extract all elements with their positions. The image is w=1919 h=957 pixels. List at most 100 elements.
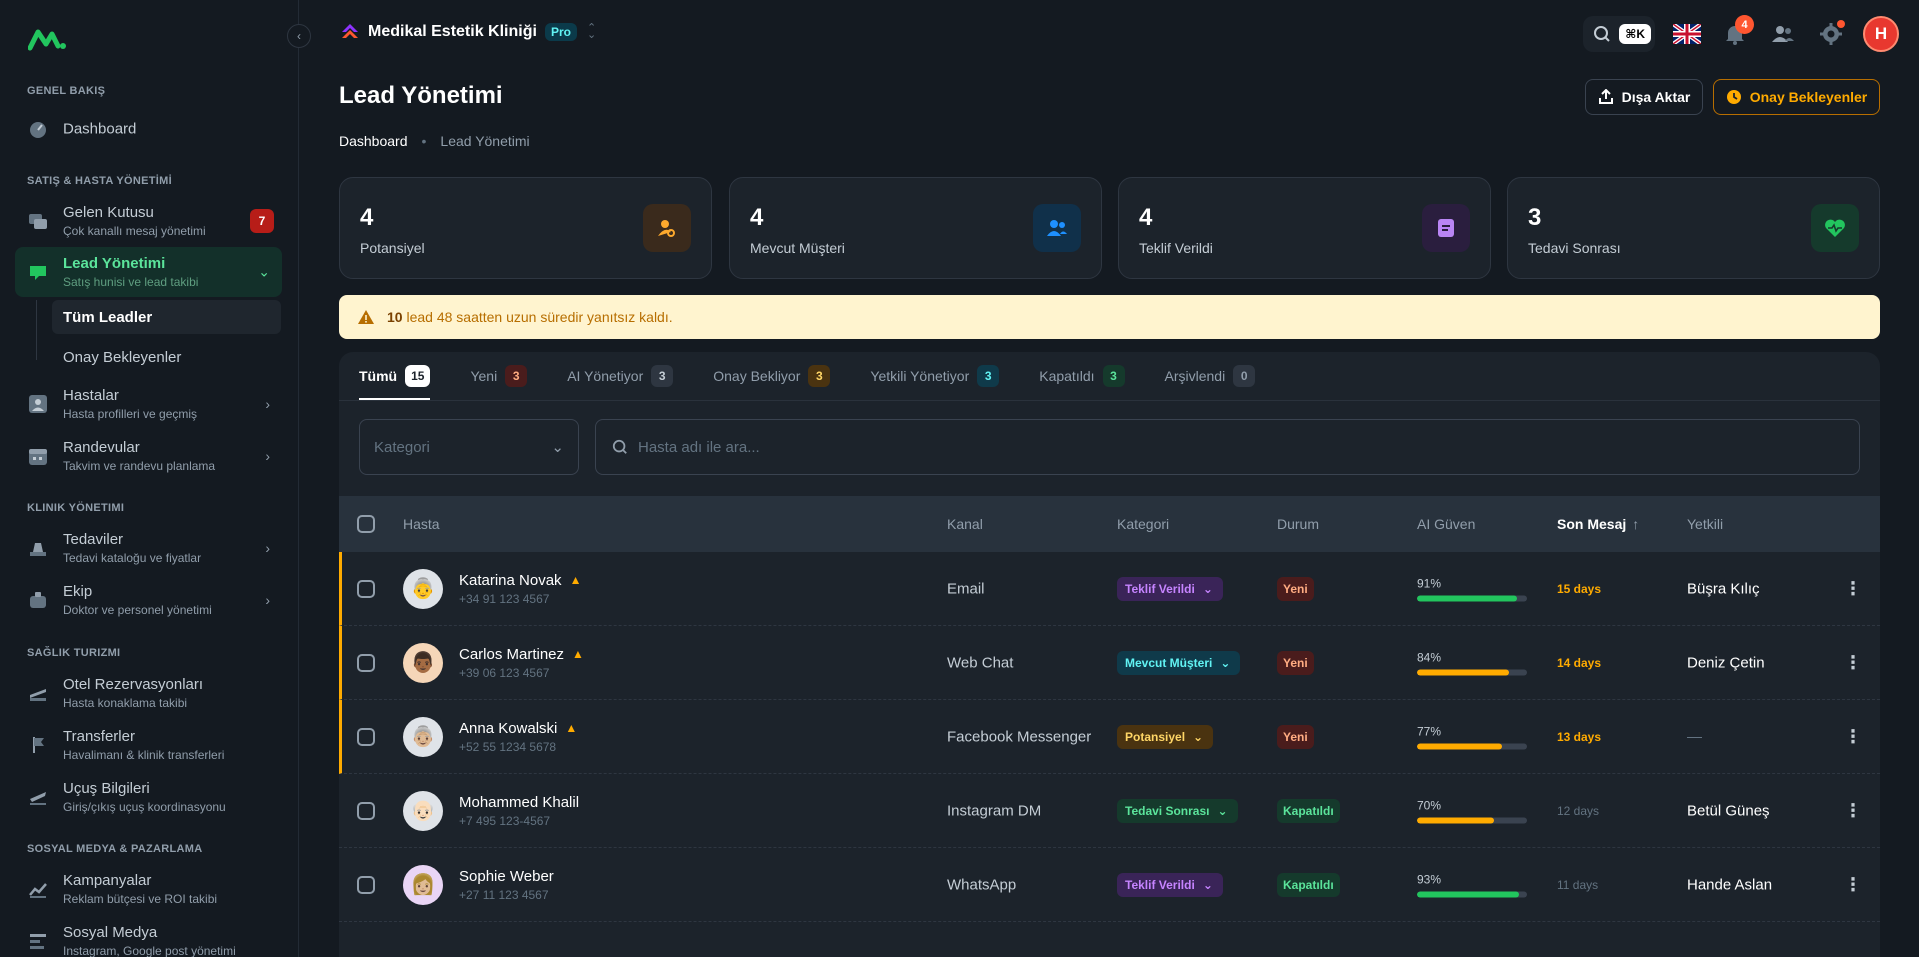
settings-dot [1837,20,1845,28]
sidebar-item-transfers[interactable]: Transferler Havalimanı & klinik transferl… [15,720,282,770]
row-checkbox[interactable] [357,875,375,894]
sidebar-item-desc: Instagram, Google post yönetimi [63,944,236,957]
tab-new[interactable]: Yeni 3 [470,352,528,400]
warning-icon: ▲ [572,647,584,661]
more-vert-icon[interactable]: ⋮ [1844,874,1862,895]
status-badge: Kapatıldı [1277,872,1340,897]
sidebar-item-flights[interactable]: Uçuş Bilgileri Giriş/çıkış uçuş koordinas… [15,772,282,822]
transfer-icon [27,734,49,756]
category-dropdown[interactable]: Potansiyel ⌄ [1117,724,1214,749]
sidebar-item-leads[interactable]: Lead Yönetimi Satış hunisi ve lead takibi… [15,247,282,297]
avatar: 👵 [403,568,443,609]
status-badge: Yeni [1277,724,1314,749]
category-dropdown[interactable]: Tedavi Sonrası ⌄ [1117,798,1238,823]
warning-icon [358,310,374,324]
notifications-button[interactable]: 4 [1719,15,1754,50]
tab-archived[interactable]: Arşivlendi 0 [1165,352,1256,400]
table-row[interactable]: 👩🏼 Sophie Weber +27 11 123 4567 WhatsApp … [339,848,1880,922]
sidebar-item-campaigns[interactable]: Kampanyalar Reklam bütçesi ve ROI takibi [15,864,282,914]
ai-bar-fill [1417,595,1518,601]
col-status[interactable]: Durum [1277,516,1319,532]
tab-all[interactable]: Tümü 15 [359,352,431,400]
row-checkbox[interactable] [357,801,375,820]
sidebar-item-desc: Çok kanallı mesaj yönetimi [63,224,206,238]
workspace-switcher[interactable]: Medikal Estetik Kliniği Pro ⌃ ⌄ [340,22,596,42]
export-button[interactable]: Dışa Aktar [1585,79,1703,115]
sidebar-item-desc: Havalimanı & klinik transferleri [63,748,225,762]
user-avatar[interactable]: H [1863,16,1899,52]
breadcrumb-dashboard[interactable]: Dashboard [339,133,408,149]
collapse-sidebar-button[interactable]: ‹ [287,24,311,48]
pending-approvals-button[interactable]: Onay Bekleyenler [1713,79,1880,115]
tab-staff-managing[interactable]: Yetkili Yönetiyor 3 [870,352,1000,400]
tab-label: AI Yönetiyor [567,368,644,384]
patient-name: Katarina Novak [459,571,562,589]
warning-icon: ▲ [569,573,582,587]
status-badge: Kapatıldı [1277,798,1340,823]
sidebar-item-label: Randevular [63,439,140,456]
more-vert-icon[interactable]: ⋮ [1844,726,1862,747]
user-search-icon [643,204,691,252]
patient-cell: Mohammed Khalil +7 495 123-4567 [459,794,579,828]
logo-icon[interactable] [28,26,68,52]
sidebar-item-hotels[interactable]: Otel Rezervasyonları Hasta konaklama taki… [15,668,282,718]
more-vert-icon[interactable]: ⋮ [1844,800,1862,821]
select-all-checkbox[interactable] [357,515,375,533]
clock-icon [1726,90,1741,104]
tab-closed[interactable]: Kapatıldı 3 [1039,352,1125,400]
more-vert-icon[interactable]: ⋮ [1844,652,1862,673]
category-select[interactable]: Kategori ⌄ [359,419,579,475]
col-last-message[interactable]: Son Mesaj ↑ [1557,516,1639,532]
row-checkbox[interactable] [357,653,375,672]
sidebar-item-inbox[interactable]: Gelen Kutusu Çok kanallı mesaj yönetimi 7 [15,196,282,246]
sidebar-item-social[interactable]: Sosyal Medya Instagram, Google post yönet… [15,916,282,957]
sidebar-item-label: Transferler [63,728,135,745]
sidebar-item-label: Otel Rezervasyonları [63,676,204,693]
patient-name: Anna Kowalski [459,719,558,737]
stat-label: Teklif Verildi [1139,240,1213,256]
sidebar-item-dashboard[interactable]: Dashboard [15,105,282,153]
col-ai-confidence[interactable]: AI Güven [1417,516,1475,532]
patient-phone: +27 11 123 4567 [459,887,549,902]
col-patient[interactable]: Hasta [403,516,440,532]
table-row[interactable]: 👵🏼 Anna Kowalski ▲ +52 55 1234 5678 Facebo… [339,700,1880,774]
col-owner[interactable]: Yetkili [1687,516,1723,532]
sidebar-subitem-all-leads[interactable]: Tüm Leadler [52,300,281,334]
sidebar-item-appointments[interactable]: Randevular Takvim ve randevu planlama › [15,431,282,481]
ai-bar [1417,669,1527,675]
sidebar-item-patients[interactable]: Hastalar Hasta profilleri ve geçmiş › [15,379,282,429]
col-channel[interactable]: Kanal [947,516,983,532]
table-row[interactable]: 👨🏾 Carlos Martinez ▲ +39 06 123 4567 Web C… [339,626,1880,700]
workspace-logo-icon [342,24,358,38]
alert-text: 10 lead 48 saatten uzun süredir yanıtsız… [387,309,673,325]
sidebar-item-label: Uçuş Bilgileri [63,780,150,797]
row-checkbox[interactable] [357,727,375,746]
category-dropdown[interactable]: Teklif Verildi ⌄ [1117,576,1223,601]
contacts-button[interactable] [1767,18,1799,50]
chevron-down-icon: ⌄ [1202,877,1213,892]
stat-card-existing-customers: 4 Mevcut Müşteri [729,177,1102,279]
more-vert-icon[interactable]: ⋮ [1844,578,1862,599]
table-row[interactable]: 👴🏻 Mohammed Khalil +7 495 123-4567 Instag… [339,774,1880,848]
sidebar-subitem-pending[interactable]: Onay Bekleyenler [52,340,281,374]
patient-search-input[interactable]: Hasta adı ile ara... [595,419,1860,475]
global-search-button[interactable]: ⌘K [1583,16,1655,52]
channel-cell: Email [947,580,985,597]
category-dropdown[interactable]: Mevcut Müşteri ⌄ [1117,650,1241,675]
tab-awaiting-approval[interactable]: Onay Bekliyor 3 [713,352,831,400]
sidebar-item-desc: Tedavi kataloğu ve fiyatlar [63,551,202,565]
language-button[interactable] [1671,18,1703,50]
category-dropdown[interactable]: Teklif Verildi ⌄ [1117,872,1223,897]
flight-icon [27,786,49,808]
chevron-down-icon: ⌄ [1202,581,1213,596]
ai-bar [1417,891,1527,897]
tab-ai-managing[interactable]: AI Yönetiyor 3 [567,352,674,400]
tab-count: 3 [1102,365,1125,387]
sidebar-item-team[interactable]: Ekip Doktor ve personel yönetimi › [15,575,282,625]
sidebar-item-treatments[interactable]: Tedaviler Tedavi kataloğu ve fiyatlar › [15,523,282,573]
stat-card-post-treatment: 3 Tedavi Sonrası [1507,177,1880,279]
col-category[interactable]: Kategori [1117,516,1169,532]
settings-button[interactable] [1815,18,1847,50]
row-checkbox[interactable] [357,579,375,598]
table-row[interactable]: 👵 Katarina Novak ▲ +34 91 123 4567 Email T… [339,552,1880,626]
